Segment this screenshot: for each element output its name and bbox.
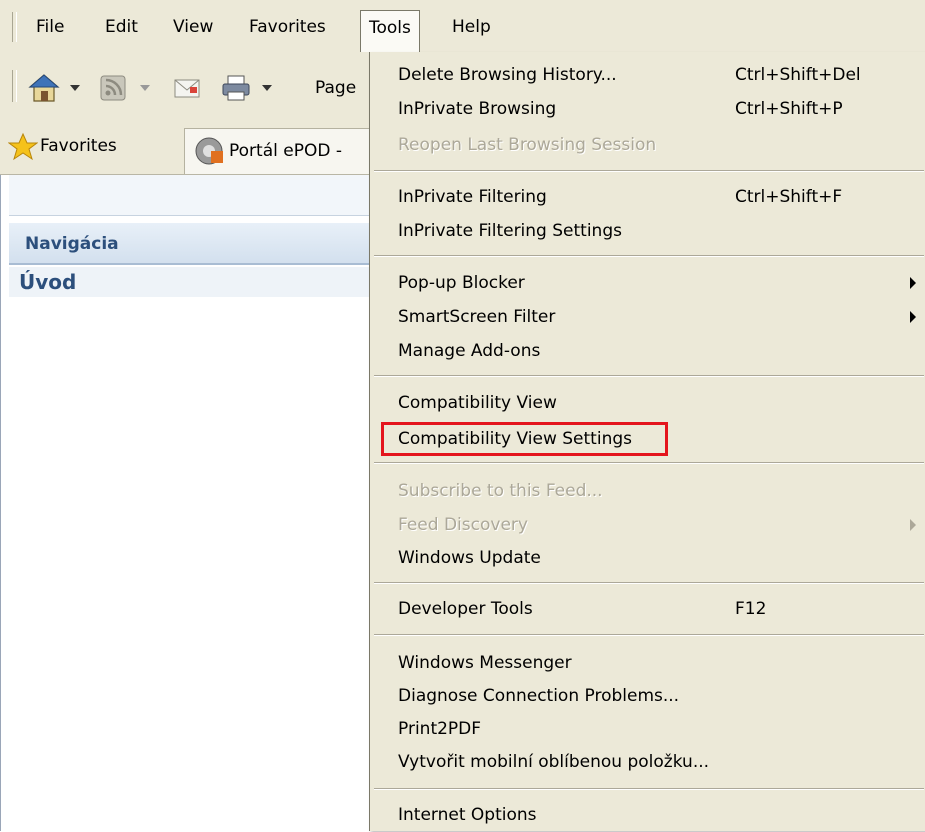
navigation-header: Navigácia (9, 223, 379, 265)
tools-menu-dropdown: Delete Browsing History... Ctrl+Shift+De… (369, 52, 925, 831)
menu-separator (374, 788, 924, 790)
menu-bar: File Edit View Favorites Tools Help (0, 0, 925, 52)
feeds-button[interactable] (98, 73, 154, 101)
menu-edit[interactable]: Edit (97, 10, 146, 44)
tab-title: Portál ePOD - (229, 141, 342, 161)
chevron-right-icon (910, 311, 916, 323)
menu-item-subscribe-feed: Subscribe to this Feed... (398, 481, 603, 501)
shortcut-label: Ctrl+Shift+Del (735, 65, 861, 85)
page-menu-button[interactable]: Page (315, 74, 356, 102)
menu-item-windows-messenger[interactable]: Windows Messenger (398, 646, 572, 680)
menu-item-delete-browsing-history[interactable]: Delete Browsing History... (398, 58, 617, 92)
toolbar-grip[interactable] (12, 70, 17, 102)
menu-item-inprivate-filtering[interactable]: InPrivate Filtering (398, 180, 547, 214)
chevron-right-icon (910, 277, 916, 289)
menu-item-popup-blocker[interactable]: Pop-up Blocker (398, 266, 525, 300)
site-favicon-icon (195, 137, 223, 165)
menu-favorites[interactable]: Favorites (241, 10, 334, 44)
menu-separator (374, 462, 924, 464)
chevron-down-icon[interactable] (262, 85, 272, 91)
print-button[interactable] (220, 73, 280, 101)
menu-item-smartscreen-filter[interactable]: SmartScreen Filter (398, 300, 555, 334)
chevron-down-icon[interactable] (70, 85, 80, 91)
menu-separator (374, 634, 924, 636)
menu-item-inprivate-browsing[interactable]: InPrivate Browsing (398, 92, 556, 126)
menu-item-windows-update[interactable]: Windows Update (398, 541, 541, 575)
menu-item-internet-options[interactable]: Internet Options (398, 798, 537, 832)
menu-separator (374, 255, 924, 257)
menu-item-reopen-last-session: Reopen Last Browsing Session (398, 135, 657, 155)
menu-item-manage-addons[interactable]: Manage Add-ons (398, 334, 540, 368)
menu-separator (374, 582, 924, 584)
home-button[interactable] (28, 73, 84, 102)
shortcut-label: F12 (735, 599, 767, 619)
menu-separator (374, 375, 924, 377)
menu-item-feed-discovery: Feed Discovery (398, 515, 528, 535)
toolbar-grip[interactable] (12, 12, 17, 42)
menu-file[interactable]: File (28, 10, 72, 44)
mail-icon (174, 79, 200, 98)
shortcut-label: Ctrl+Shift+F (735, 187, 843, 207)
favorites-label: Favorites (40, 136, 117, 156)
menu-item-mobile-favorite[interactable]: Vytvořit mobilní oblíbenou položku... (398, 745, 709, 779)
chevron-down-icon[interactable] (140, 85, 150, 91)
home-icon (28, 74, 60, 102)
chevron-right-icon (910, 519, 916, 531)
menu-item-developer-tools[interactable]: Developer Tools (398, 592, 533, 626)
highlight-annotation (381, 422, 668, 456)
browser-tab[interactable]: Portál ePOD - (184, 128, 384, 174)
menu-item-inprivate-filtering-settings[interactable]: InPrivate Filtering Settings (398, 214, 622, 248)
star-icon (8, 132, 38, 161)
shortcut-label: Ctrl+Shift+P (735, 99, 843, 119)
menu-item-diagnose-connection[interactable]: Diagnose Connection Problems... (398, 679, 679, 713)
favorites-button[interactable]: Favorites (6, 128, 156, 164)
page-header-band (9, 175, 379, 216)
menu-view[interactable]: View (165, 10, 221, 44)
printer-icon (222, 75, 250, 101)
read-mail-button[interactable] (172, 73, 204, 101)
feed-icon (100, 75, 126, 101)
menu-help[interactable]: Help (444, 10, 499, 44)
nav-item-uvod[interactable]: Úvod (9, 267, 379, 297)
menu-separator (374, 170, 924, 172)
menu-item-print2pdf[interactable]: Print2PDF (398, 712, 481, 746)
menu-item-compatibility-view[interactable]: Compatibility View (398, 386, 557, 420)
menu-tools[interactable]: Tools (360, 10, 420, 52)
